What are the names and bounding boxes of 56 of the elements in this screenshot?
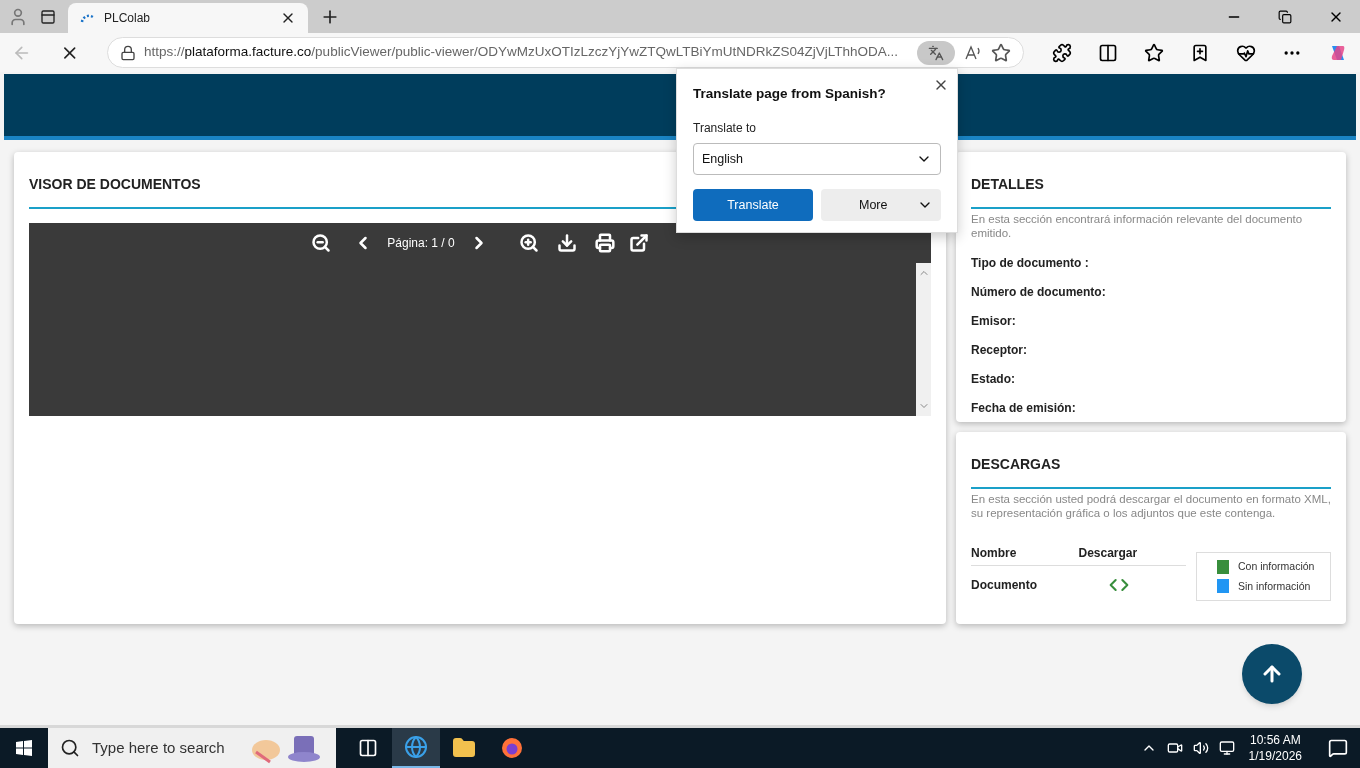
language-select[interactable]: English: [693, 143, 941, 176]
translate-button[interactable]: Translate: [693, 189, 813, 222]
field-label: Fecha de emisión:: [971, 401, 1077, 415]
taskbar-search-field[interactable]: Type here to search: [48, 728, 336, 768]
extensions-icon[interactable]: [1052, 42, 1072, 63]
section-title: DETALLES: [971, 174, 1331, 209]
popup-title: Translate page from Spanish?: [693, 85, 887, 103]
network-icon[interactable]: [1218, 740, 1235, 756]
more-button[interactable]: More: [821, 189, 941, 222]
url-text: https://plataforma.facture.co/publicViewer/public-viewer/ODYwMzUxOTIzLzczYjYwZTQwLTBiYmUtNDRkZS04ZjVjLThhODA...: [144, 43, 899, 62]
field-label: Receptor:: [971, 343, 1028, 357]
print-icon[interactable]: [594, 233, 615, 253]
table-cell-text: Documento: [971, 577, 1038, 594]
split-screen-icon[interactable]: [1098, 42, 1118, 63]
file-explorer-icon[interactable]: [452, 736, 476, 760]
lock-icon: [120, 44, 136, 61]
collections-icon[interactable]: [1190, 42, 1210, 63]
section-description: En esta sección usted podrá descargar el documento en formato XML, su representación gráfica o los adjuntos que este contenga.: [971, 492, 1331, 520]
legend-label: Sin información: [1238, 578, 1311, 594]
column-header: Descargar: [1078, 544, 1139, 562]
camera-icon[interactable]: [1166, 740, 1183, 756]
health-icon[interactable]: [1236, 42, 1256, 63]
volume-icon[interactable]: [1192, 740, 1209, 756]
notifications-icon[interactable]: [1328, 738, 1348, 758]
task-view-icon[interactable]: [358, 738, 378, 758]
profile-icon[interactable]: [8, 6, 28, 27]
section-description: En esta sección encontrará información relevante del documento emitido.: [971, 212, 1304, 240]
field-label: Emisor:: [971, 314, 1017, 328]
scroll-to-top-button[interactable]: [1242, 644, 1302, 704]
download-icon[interactable]: [556, 233, 577, 253]
field-label: Tipo de documento :: [971, 256, 1090, 270]
tab-actions-icon[interactable]: [40, 8, 56, 25]
open-external-icon[interactable]: [628, 233, 649, 253]
firefox-icon[interactable]: [500, 736, 524, 760]
translate-button[interactable]: [917, 40, 955, 65]
favorite-icon[interactable]: [991, 42, 1011, 63]
search-placeholder: Type here to search: [92, 737, 226, 758]
field-label: Número de documento:: [971, 285, 1107, 299]
field-label: Translate to: [693, 120, 757, 138]
page-indicator: Página: 1 / 0: [387, 235, 455, 252]
legend-label: Con información: [1238, 558, 1315, 574]
section-title: DESCARGAS: [971, 454, 1331, 489]
column-header: Nombre: [971, 544, 1018, 562]
favorites-icon[interactable]: [1144, 42, 1164, 63]
field-label: Estado:: [971, 372, 1016, 386]
restore-icon[interactable]: [1278, 9, 1292, 24]
address-bar[interactable]: https://plataforma.facture.co/publicViewer/public-viewer/ODYwMzUxOTIzLzczYjYwZTQwLTBiYmUtNDRkZS04ZjVjLThhODA...: [107, 37, 1024, 68]
translate-icon: [928, 44, 944, 61]
search-icon: [60, 738, 80, 758]
clock[interactable]: 10:56 AM 1/19/2026: [1244, 732, 1306, 764]
windows-start-icon[interactable]: [16, 740, 32, 756]
tab-title: PLColab: [104, 10, 152, 27]
browser-tab[interactable]: PLColab: [68, 3, 308, 33]
zoom-in-icon[interactable]: [518, 233, 539, 253]
loading-icon: [80, 12, 96, 24]
zoom-out-icon[interactable]: [311, 233, 332, 253]
